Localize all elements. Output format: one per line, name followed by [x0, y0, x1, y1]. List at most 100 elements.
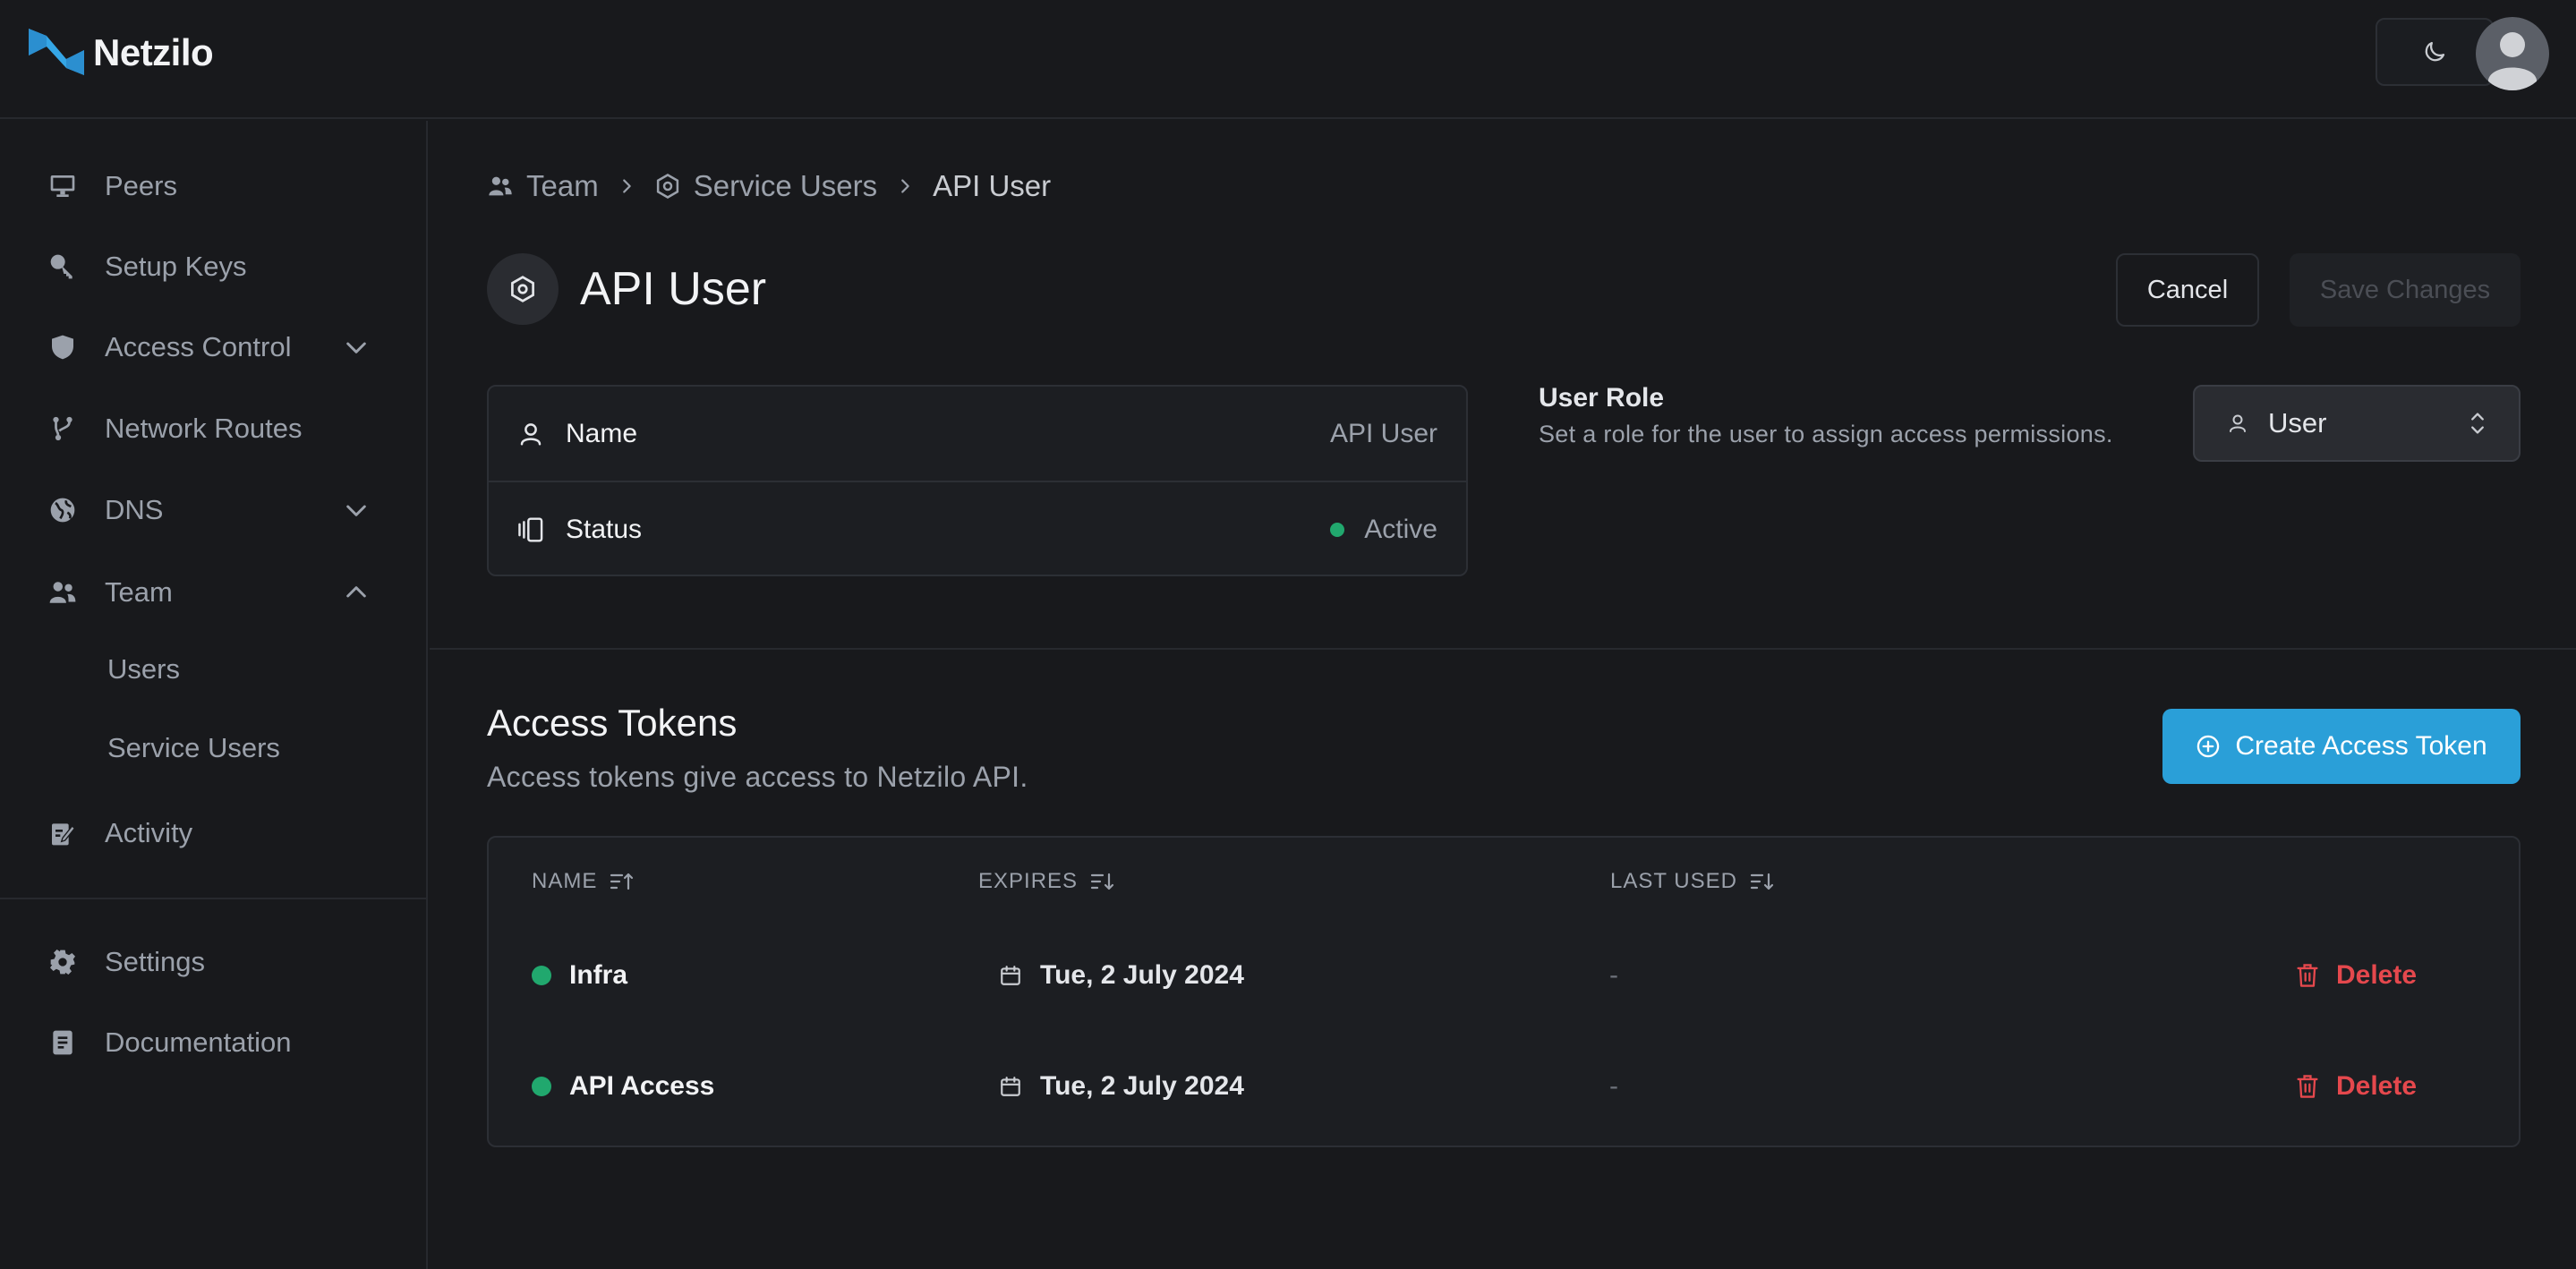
service-user-icon [487, 253, 559, 325]
status-cards-icon [517, 516, 546, 543]
status-value: Active [1330, 515, 1437, 545]
book-icon [47, 1026, 79, 1059]
column-header-name[interactable]: NAME [532, 868, 635, 895]
trash-icon [2295, 1073, 2320, 1100]
chevron-right-icon [617, 176, 636, 196]
activity-icon [47, 817, 79, 849]
sidebar-item-dns[interactable]: DNS [0, 474, 426, 546]
sort-descending-icon [1750, 871, 1775, 892]
hexagon-cog-icon [654, 173, 681, 200]
sidebar-item-network-routes[interactable]: Network Routes [0, 393, 426, 464]
cancel-button[interactable]: Cancel [2116, 253, 2259, 327]
sidebar-item-activity[interactable]: Activity [0, 797, 426, 869]
gear-icon [47, 946, 79, 978]
sort-ascending-icon [610, 871, 635, 892]
access-tokens-title: Access Tokens [487, 702, 738, 744]
globe-icon [47, 494, 79, 526]
avatar[interactable] [2476, 17, 2549, 90]
table-row[interactable]: API Access Tue, 2 July 2024 - Delete [489, 1031, 2519, 1142]
chevron-up-icon[interactable] [338, 575, 374, 610]
chevron-up-down-icon [2467, 410, 2488, 437]
create-access-token-label: Create Access Token [2235, 731, 2487, 761]
name-label: Name [566, 418, 638, 448]
status-dot-icon [1330, 522, 1345, 537]
user-icon [517, 421, 544, 447]
users-icon [487, 174, 514, 199]
sidebar-item-peers[interactable]: Peers [0, 150, 426, 222]
top-bar: Netzilo [0, 0, 2576, 119]
trash-icon [2295, 962, 2320, 989]
sidebar-item-label: Network Routes [105, 413, 303, 444]
page-title: API User [580, 263, 767, 315]
token-expires: Tue, 2 July 2024 [999, 1071, 1244, 1102]
access-tokens-description: Access tokens give access to Netzilo API… [487, 761, 1028, 793]
user-role-value: User [2268, 407, 2327, 439]
token-last-used: - [1609, 960, 1618, 990]
calendar-icon [999, 964, 1022, 987]
token-expires-text: Tue, 2 July 2024 [1040, 960, 1244, 990]
delete-button[interactable]: Delete [2295, 960, 2417, 991]
column-header-last-used[interactable]: LAST USED [1610, 868, 1775, 895]
column-header-label: NAME [532, 869, 598, 893]
name-value: API User [1329, 418, 1437, 448]
column-header-label: LAST USED [1610, 869, 1737, 893]
app-logo[interactable]: Netzilo [27, 23, 214, 82]
monitor-icon [47, 170, 79, 202]
create-access-token-button[interactable]: Create Access Token [2162, 709, 2521, 784]
route-icon [47, 413, 79, 445]
sidebar-item-settings[interactable]: Settings [0, 926, 426, 998]
sidebar-item-label: Team [105, 576, 173, 608]
netzilo-logo-icon [29, 29, 84, 75]
sidebar-divider [0, 898, 426, 899]
breadcrumb-team[interactable]: Team [526, 169, 599, 203]
sidebar-item-documentation[interactable]: Documentation [0, 1007, 426, 1078]
chevron-right-icon [895, 176, 915, 196]
chevron-down-icon[interactable] [338, 329, 374, 365]
name-row: Name API User [489, 387, 1466, 481]
delete-label: Delete [2336, 960, 2418, 990]
app-name: Netzilo [93, 31, 214, 73]
user-info-card: Name API User Status Active [487, 385, 1468, 576]
status-dot-icon [532, 966, 551, 985]
calendar-icon [999, 1075, 1022, 1098]
sidebar-item-setup-keys[interactable]: Setup Keys [0, 231, 426, 302]
sidebar-item-label: Setup Keys [105, 251, 247, 282]
shield-icon [47, 331, 79, 363]
sidebar-item-label: Peers [105, 170, 177, 201]
table-row[interactable]: Infra Tue, 2 July 2024 - Delete [489, 920, 2519, 1031]
sidebar-item-label: Activity [105, 817, 193, 848]
section-divider [430, 648, 2576, 650]
sidebar-item-label: Access Control [105, 331, 292, 362]
token-name-text: API Access [569, 1071, 715, 1101]
sidebar: Peers Setup Keys Access Control Network … [0, 121, 428, 1269]
user-role-select[interactable]: User [2193, 385, 2521, 462]
user-avatar-icon [2476, 17, 2549, 90]
plus-circle-icon [2196, 734, 2221, 759]
column-header-expires[interactable]: EXPIRES [978, 868, 1115, 895]
token-expires-text: Tue, 2 July 2024 [1040, 1071, 1244, 1101]
breadcrumb-service-users[interactable]: Service Users [694, 169, 877, 203]
users-icon [47, 576, 79, 609]
user-role-title: User Role [1539, 383, 1665, 413]
user-role-description: Set a role for the user to assign access… [1539, 421, 2113, 447]
token-name-text: Infra [569, 960, 628, 990]
token-name: Infra [532, 960, 627, 991]
sidebar-item-access-control[interactable]: Access Control [0, 311, 426, 383]
sidebar-item-users[interactable]: Users [107, 653, 180, 686]
chevron-down-icon[interactable] [338, 492, 374, 528]
breadcrumb: Team Service Users API User [487, 166, 1051, 206]
sidebar-item-label: DNS [105, 494, 164, 525]
sidebar-item-service-users[interactable]: Service Users [107, 732, 280, 764]
token-last-used: - [1609, 1071, 1618, 1101]
status-label: Status [566, 514, 643, 544]
save-changes-button[interactable]: Save Changes [2290, 253, 2521, 327]
token-expires: Tue, 2 July 2024 [999, 960, 1244, 991]
status-text: Active [1364, 514, 1437, 544]
token-name: API Access [532, 1071, 714, 1102]
sidebar-item-team[interactable]: Team [0, 557, 426, 628]
status-dot-icon [532, 1077, 551, 1096]
moon-icon [2425, 41, 2445, 62]
sort-descending-icon [1090, 871, 1115, 892]
sidebar-item-label: Settings [105, 946, 206, 977]
delete-button[interactable]: Delete [2295, 1071, 2417, 1102]
